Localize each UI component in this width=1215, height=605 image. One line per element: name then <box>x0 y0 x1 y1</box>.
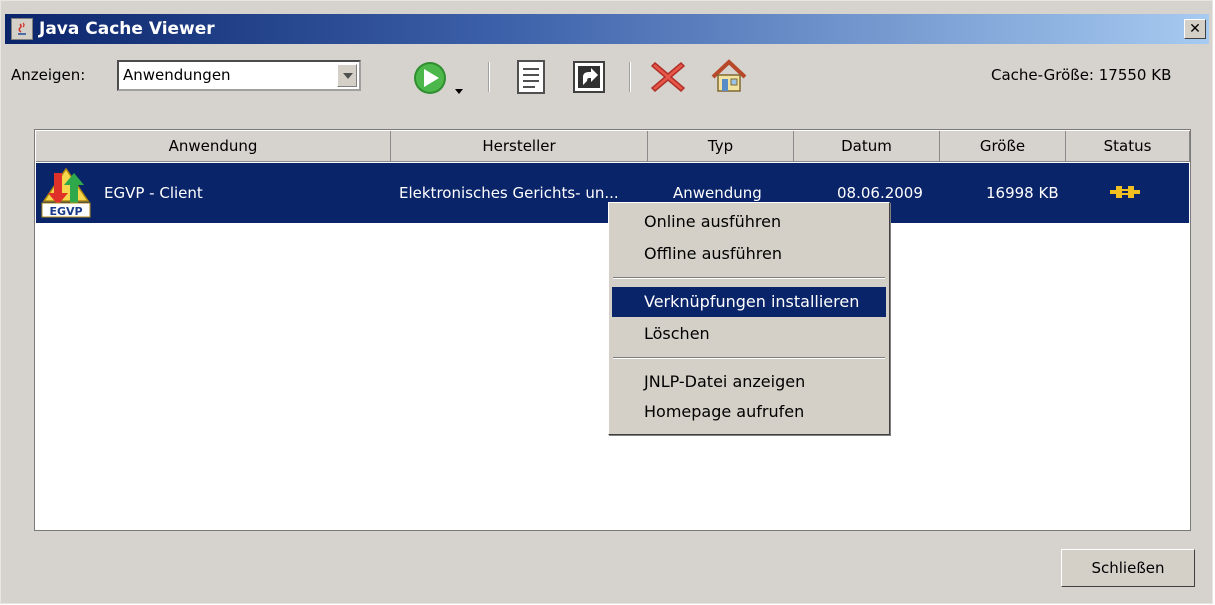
column-header-size[interactable]: Größe <box>940 131 1066 162</box>
menu-item-install-shortcuts[interactable]: Verknüpfungen installieren <box>612 287 886 317</box>
egvp-app-icon: EGVP <box>40 165 92 219</box>
show-select[interactable]: Anwendungen <box>117 60 361 91</box>
toolbar-separator <box>629 62 631 92</box>
menu-separator <box>613 277 885 279</box>
egvp-logo-text: EGVP <box>49 205 82 218</box>
install-shortcut-button[interactable] <box>569 57 609 97</box>
show-select-value: Anwendungen <box>123 66 231 84</box>
close-icon: ✕ <box>1189 21 1201 37</box>
close-button[interactable]: Schließen <box>1061 549 1195 587</box>
menu-item-offline-run[interactable]: Offline ausführen <box>612 239 886 269</box>
cell-application: EGVP - Client <box>104 184 203 202</box>
java-icon <box>11 18 33 40</box>
show-jnlp-button[interactable] <box>511 57 551 97</box>
jnlp-document-icon <box>517 60 545 94</box>
column-header-date[interactable]: Datum <box>794 131 940 162</box>
cache-size-label: Cache-Größe: 17550 KB <box>991 66 1172 84</box>
menu-separator <box>613 357 885 359</box>
run-icon <box>414 62 463 94</box>
delete-button[interactable] <box>647 57 689 97</box>
toolbar-separator <box>488 62 490 92</box>
delete-icon <box>650 61 686 93</box>
homepage-button[interactable] <box>707 57 751 97</box>
menu-item-open-homepage[interactable]: Homepage aufrufen <box>612 397 886 427</box>
menu-item-show-jnlp[interactable]: JNLP-Datei anzeigen <box>612 367 886 397</box>
menu-item-online-run[interactable]: Online ausführen <box>612 207 886 237</box>
run-button[interactable] <box>411 59 469 99</box>
window-title: Java Cache Viewer <box>39 19 215 39</box>
plug-connected-icon <box>1108 163 1148 223</box>
column-header-application[interactable]: Anwendung <box>36 131 391 162</box>
context-menu: Online ausführen Offline ausführen Verkn… <box>608 202 890 435</box>
shortcut-icon <box>573 61 605 93</box>
home-icon <box>711 59 747 92</box>
column-header-type[interactable]: Typ <box>648 131 794 162</box>
column-header-vendor[interactable]: Hersteller <box>391 131 648 162</box>
close-window-button[interactable]: ✕ <box>1184 19 1206 39</box>
show-label: Anzeigen: <box>11 66 86 84</box>
column-header-status[interactable]: Status <box>1066 131 1190 162</box>
java-cache-viewer-window: Java Cache Viewer ✕ Anzeigen: Anwendunge… <box>0 0 1213 604</box>
cell-size: 16998 KB <box>986 184 1059 202</box>
menu-item-delete[interactable]: Löschen <box>612 319 886 349</box>
chevron-down-icon[interactable] <box>337 64 357 87</box>
